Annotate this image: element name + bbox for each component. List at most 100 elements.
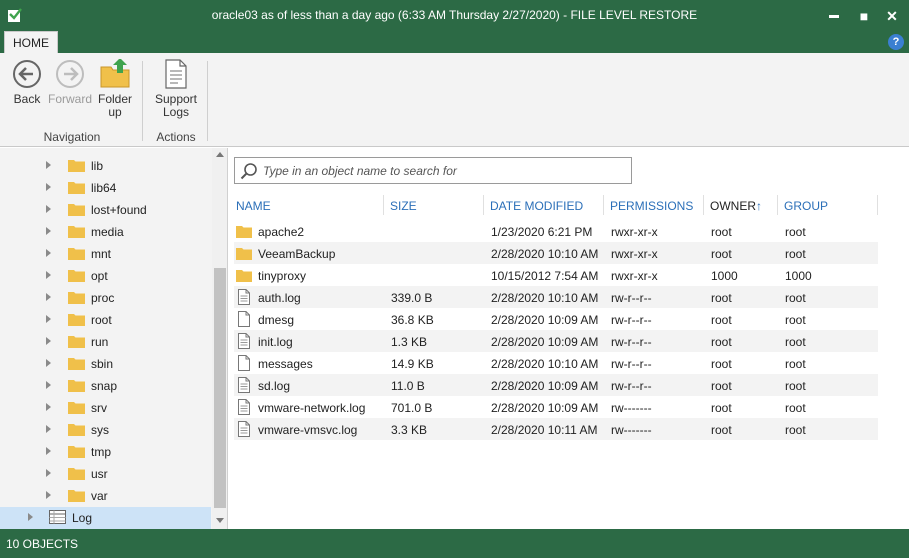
- file-permissions: rw-r--r--: [611, 291, 652, 305]
- table-row[interactable]: vmware-vmsvc.log 3.3 KB 2/28/2020 10:11 AM…: [234, 418, 878, 440]
- minimize-button[interactable]: ▬: [824, 6, 844, 26]
- tree-item-log[interactable]: Log: [0, 507, 211, 529]
- sort-ascending-icon: ↑: [756, 199, 762, 213]
- expand-arrow-icon[interactable]: [46, 359, 51, 367]
- file-group: root: [785, 313, 806, 327]
- expand-arrow-icon[interactable]: [46, 183, 51, 191]
- expand-arrow-icon[interactable]: [28, 513, 33, 521]
- column-divider[interactable]: [777, 195, 778, 215]
- file-name: sd.log: [258, 379, 291, 393]
- folder-icon: [68, 490, 85, 502]
- column-header-name[interactable]: NAME: [236, 199, 271, 213]
- expand-arrow-icon[interactable]: [46, 205, 51, 213]
- tree-item-label: snap: [91, 379, 118, 393]
- expand-arrow-icon[interactable]: [46, 491, 51, 499]
- tree-item[interactable]: usr: [0, 463, 211, 485]
- tree-item[interactable]: lib: [0, 155, 211, 177]
- file-group: root: [785, 225, 806, 239]
- folder-icon: [236, 226, 252, 238]
- folder-icon: [68, 468, 85, 480]
- expand-arrow-icon[interactable]: [46, 381, 51, 389]
- table-row[interactable]: auth.log 339.0 B 2/28/2020 10:10 AM rw-r--r…: [234, 286, 878, 308]
- tree-item[interactable]: proc: [0, 287, 211, 309]
- column-divider[interactable]: [877, 195, 878, 215]
- tree-item[interactable]: lost+found: [0, 199, 211, 221]
- file-date-modified: 10/15/2012 7:54 AM: [491, 269, 599, 283]
- tree-item[interactable]: tmp: [0, 441, 211, 463]
- folder-icon: [68, 424, 85, 436]
- tree-item[interactable]: lib64: [0, 177, 211, 199]
- maximize-button[interactable]: ■: [854, 6, 874, 26]
- file-group: root: [785, 357, 806, 371]
- table-row[interactable]: VeeamBackup 2/28/2020 10:10 AM rwxr-xr-x ro…: [234, 242, 878, 264]
- tree-item-label: lib: [91, 159, 104, 173]
- search-box[interactable]: [234, 157, 632, 184]
- column-divider[interactable]: [483, 195, 484, 215]
- column-divider[interactable]: [603, 195, 604, 215]
- tree-item[interactable]: media: [0, 221, 211, 243]
- expand-arrow-icon[interactable]: [46, 447, 51, 455]
- expand-arrow-icon[interactable]: [46, 293, 51, 301]
- tree-item[interactable]: opt: [0, 265, 211, 287]
- actions-group-label: Actions: [156, 130, 196, 144]
- tree-item[interactable]: run: [0, 331, 211, 353]
- column-header-size[interactable]: SIZE: [390, 199, 417, 213]
- table-row[interactable]: dmesg 36.8 KB 2/28/2020 10:09 AM rw-r--r-- r…: [234, 308, 878, 330]
- table-row[interactable]: messages 14.9 KB 2/28/2020 10:10 AM rw-r--r…: [234, 352, 878, 374]
- table-row[interactable]: tinyproxy 10/15/2012 7:54 AM rwxr-xr-x 1000…: [234, 264, 878, 286]
- tree-item[interactable]: srv: [0, 397, 211, 419]
- back-button[interactable]: Back: [8, 59, 46, 106]
- column-header-owner[interactable]: OWNER↑: [710, 199, 762, 213]
- forward-label: Forward: [47, 92, 92, 106]
- expand-arrow-icon[interactable]: [46, 425, 51, 433]
- table-row[interactable]: apache2 1/23/2020 6:21 PM rwxr-xr-x root roo…: [234, 220, 878, 242]
- tree-scrollbar[interactable]: [212, 148, 227, 529]
- expand-arrow-icon[interactable]: [46, 271, 51, 279]
- column-header-permissions[interactable]: PERMISSIONS: [610, 199, 693, 213]
- support-logs-button[interactable]: Support Logs: [150, 59, 202, 119]
- scroll-down-icon[interactable]: [216, 518, 224, 523]
- back-arrow-icon: [13, 60, 41, 88]
- expand-arrow-icon[interactable]: [46, 227, 51, 235]
- tree-item[interactable]: sbin: [0, 353, 211, 375]
- scroll-up-icon[interactable]: [216, 152, 224, 157]
- scrollbar-thumb[interactable]: [214, 268, 226, 508]
- expand-arrow-icon[interactable]: [46, 469, 51, 477]
- tree-item[interactable]: snap: [0, 375, 211, 397]
- expand-arrow-icon[interactable]: [46, 315, 51, 323]
- folder-icon: [68, 270, 85, 282]
- table-row[interactable]: init.log 1.3 KB 2/28/2020 10:09 AM rw-r--r-…: [234, 330, 878, 352]
- tree-item[interactable]: var: [0, 485, 211, 507]
- column-divider[interactable]: [703, 195, 704, 215]
- file-name: auth.log: [258, 291, 301, 305]
- ribbon-tab-strip: HOME ?: [0, 31, 909, 53]
- file-group: root: [785, 247, 806, 261]
- folder-icon: [68, 380, 85, 392]
- expand-arrow-icon[interactable]: [46, 161, 51, 169]
- table-row[interactable]: sd.log 11.0 B 2/28/2020 10:09 AM rw-r--r-- r…: [234, 374, 878, 396]
- search-input[interactable]: [263, 162, 623, 180]
- file-owner: root: [711, 423, 732, 437]
- column-header-date-modified[interactable]: DATE MODIFIED: [490, 199, 583, 213]
- window-title: oracle03 as of less than a day ago (6:33…: [211, 8, 698, 22]
- file-permissions: rwxr-xr-x: [611, 247, 658, 261]
- column-divider[interactable]: [383, 195, 384, 215]
- close-button[interactable]: ✕: [882, 6, 902, 26]
- table-row[interactable]: vmware-network.log 701.0 B 2/28/2020 10:09…: [234, 396, 878, 418]
- help-icon[interactable]: ?: [888, 34, 904, 50]
- folder-up-button[interactable]: Folder up: [94, 59, 136, 119]
- column-header-group[interactable]: GROUP: [784, 199, 828, 213]
- tree-item[interactable]: root: [0, 309, 211, 331]
- expand-arrow-icon[interactable]: [46, 337, 51, 345]
- tab-home[interactable]: HOME: [4, 31, 58, 53]
- forward-button[interactable]: Forward: [46, 59, 94, 106]
- expand-arrow-icon[interactable]: [46, 249, 51, 257]
- folder-icon: [68, 160, 85, 172]
- file-permissions: rw-r--r--: [611, 379, 652, 393]
- expand-arrow-icon[interactable]: [46, 403, 51, 411]
- folder-icon: [68, 226, 85, 238]
- tree-item-label: sbin: [91, 357, 114, 371]
- file-size: 11.0 B: [391, 379, 425, 393]
- tree-item[interactable]: mnt: [0, 243, 211, 265]
- tree-item[interactable]: sys: [0, 419, 211, 441]
